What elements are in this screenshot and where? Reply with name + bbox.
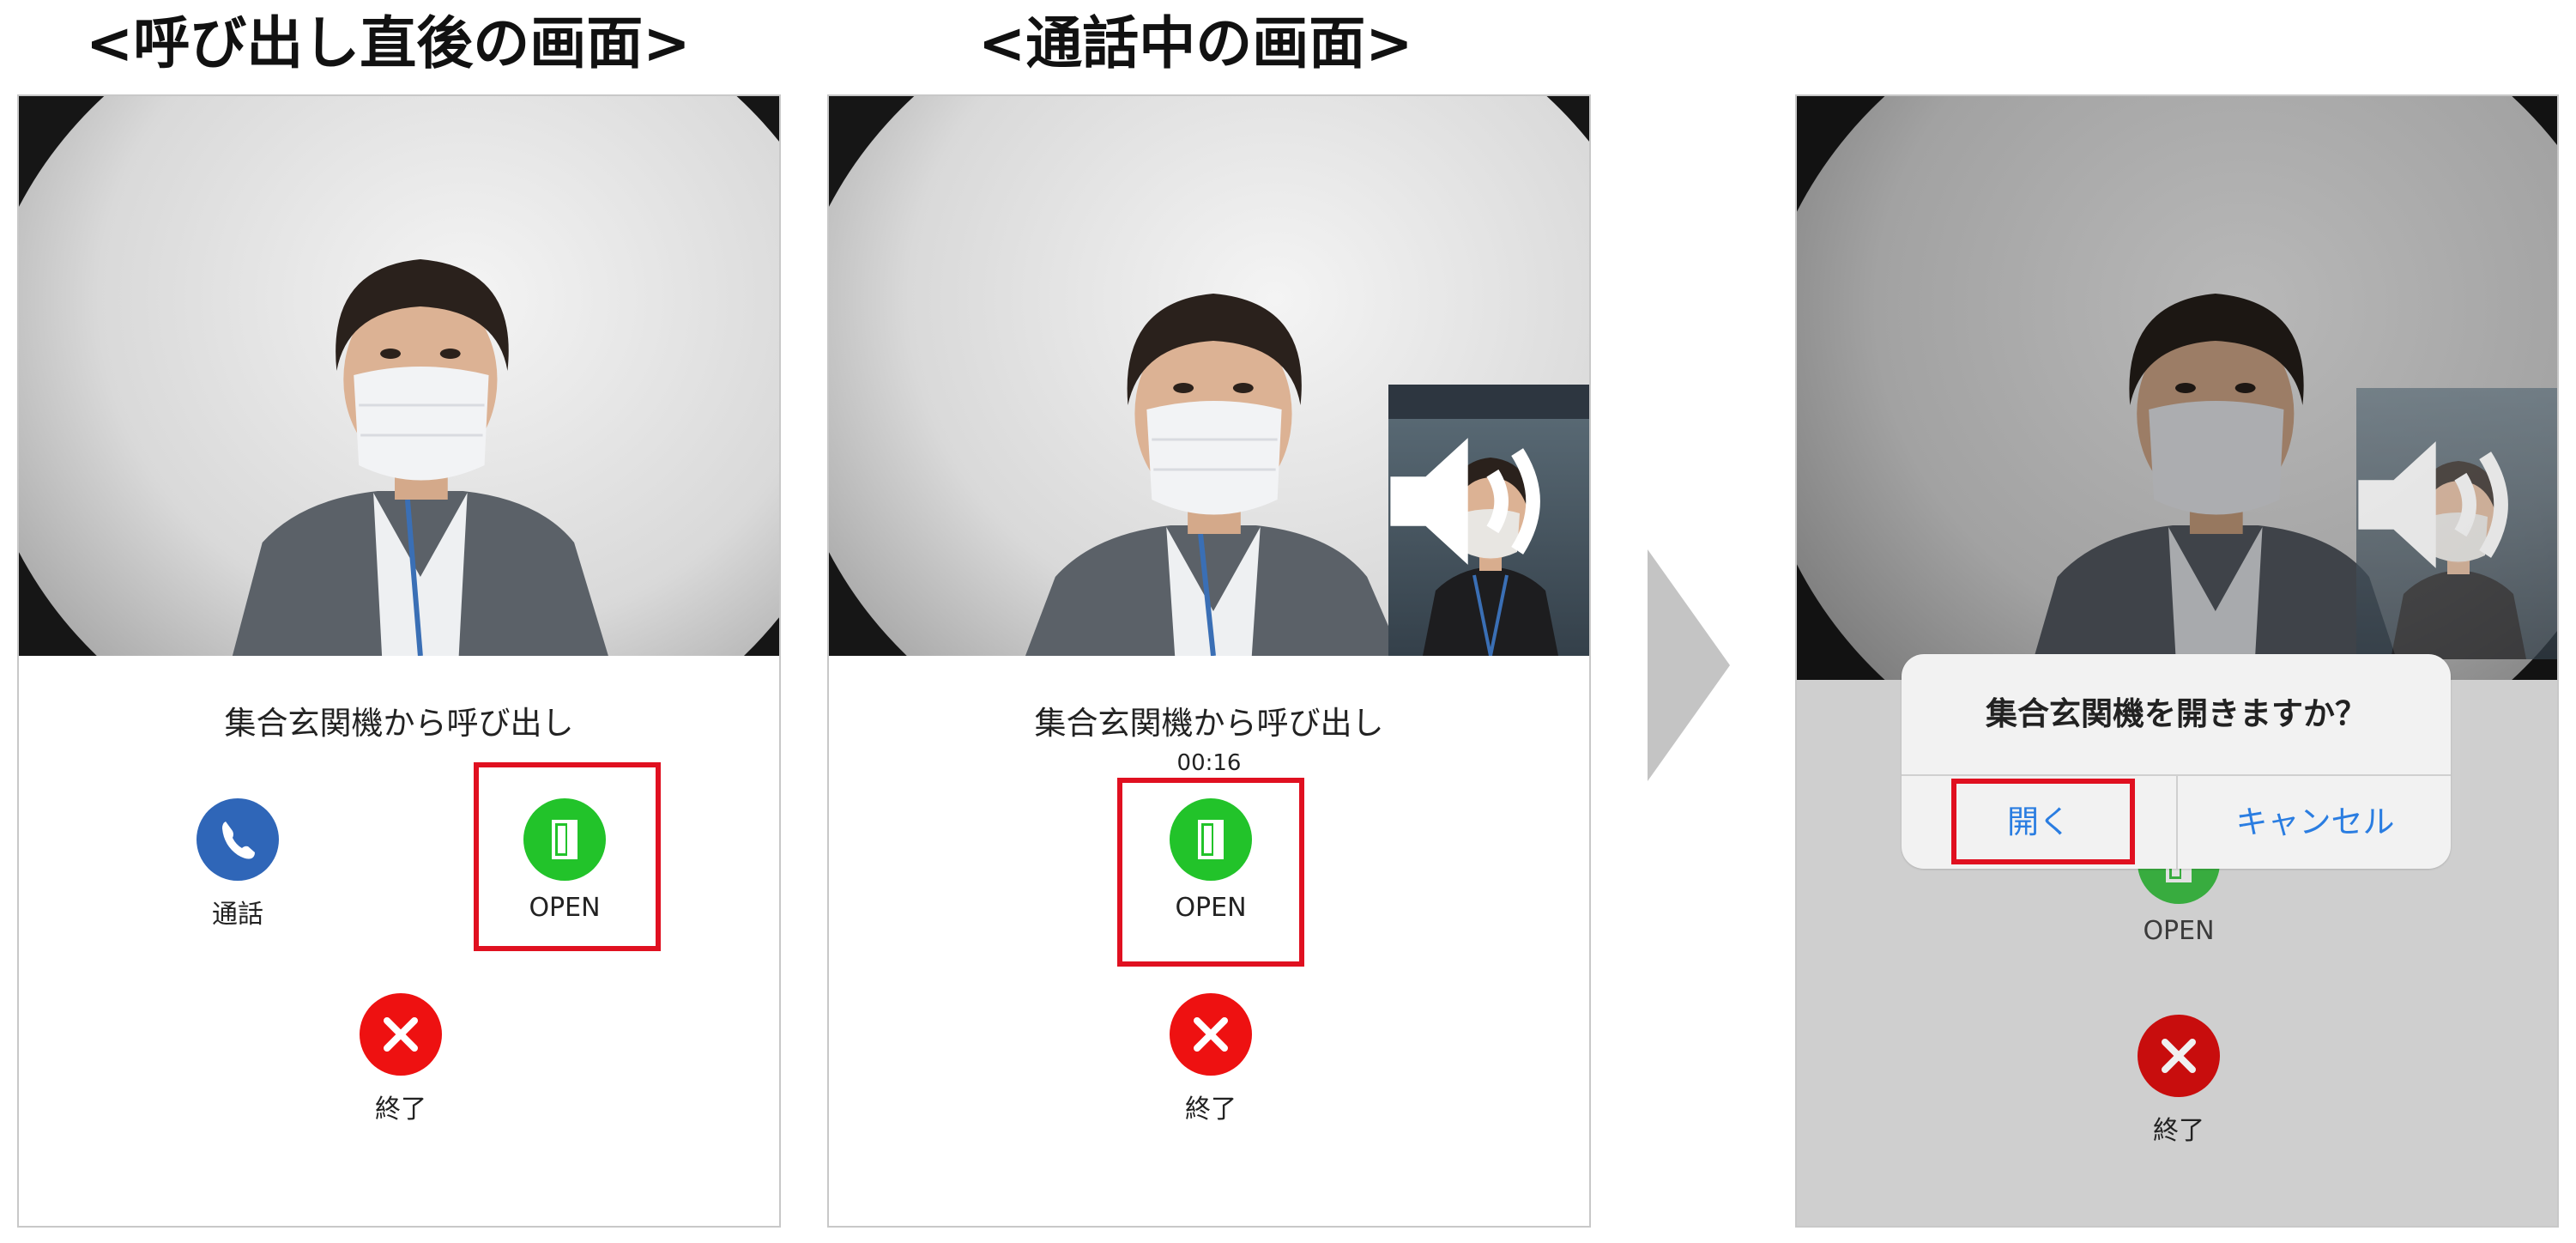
open-highlight-box bbox=[1951, 779, 2135, 864]
caller-text: 集合玄関機から呼び出し bbox=[1034, 705, 1384, 742]
panel-incoming: 集合玄関機から呼び出し 通話 OPEN 終了 bbox=[17, 94, 781, 1228]
end-label: 終了 bbox=[1185, 1094, 1237, 1125]
close-icon bbox=[360, 993, 442, 1076]
end-action: 終了 bbox=[2093, 1015, 2265, 1178]
end-action[interactable]: 終了 bbox=[315, 993, 487, 1156]
call-timer: 00:16 bbox=[1176, 750, 1242, 776]
self-view-video bbox=[2356, 388, 2557, 659]
panel-in-call: 集合玄関機から呼び出し 00:16 OPEN 終了 bbox=[827, 94, 1591, 1228]
open-highlight-box bbox=[1117, 778, 1304, 967]
close-icon bbox=[2138, 1015, 2220, 1097]
entrance-camera-video bbox=[19, 96, 779, 656]
end-action[interactable]: 終了 bbox=[1125, 993, 1297, 1156]
phone-icon bbox=[197, 798, 279, 881]
entrance-camera-video bbox=[1797, 96, 2557, 680]
panel-confirm-open: OPEN 終了 集合玄関機を開きますか？ 開く キャンセル bbox=[1795, 94, 2559, 1228]
visitor-video-image bbox=[19, 96, 779, 656]
open-highlight-box bbox=[474, 762, 661, 951]
call-button[interactable] bbox=[197, 798, 279, 881]
close-icon bbox=[1170, 993, 1252, 1076]
speaker-icon[interactable] bbox=[1388, 385, 1581, 637]
end-button bbox=[2138, 1015, 2220, 1097]
dialog-title: 集合玄関機を開きますか？ bbox=[1986, 695, 2367, 732]
heading-incoming-screen: <呼び出し直後の画面> bbox=[86, 10, 691, 76]
open-label: OPEN bbox=[2143, 916, 2215, 946]
dialog-cancel-button[interactable]: キャンセル bbox=[2178, 776, 2451, 869]
call-label: 通話 bbox=[212, 900, 263, 930]
speaker-icon bbox=[2358, 441, 2508, 568]
caller-text: 集合玄関機から呼び出し bbox=[224, 705, 574, 742]
end-button[interactable] bbox=[360, 993, 442, 1076]
end-button[interactable] bbox=[1170, 993, 1252, 1076]
arrow-right-icon bbox=[1648, 549, 1730, 781]
entrance-camera-video bbox=[829, 96, 1589, 656]
heading-in-call-screen: <通話中の画面> bbox=[978, 10, 1413, 76]
end-label: 終了 bbox=[2153, 1116, 2204, 1146]
end-label: 終了 bbox=[375, 1094, 426, 1125]
self-view-video bbox=[1388, 385, 1589, 656]
call-action[interactable]: 通話 bbox=[152, 798, 324, 961]
